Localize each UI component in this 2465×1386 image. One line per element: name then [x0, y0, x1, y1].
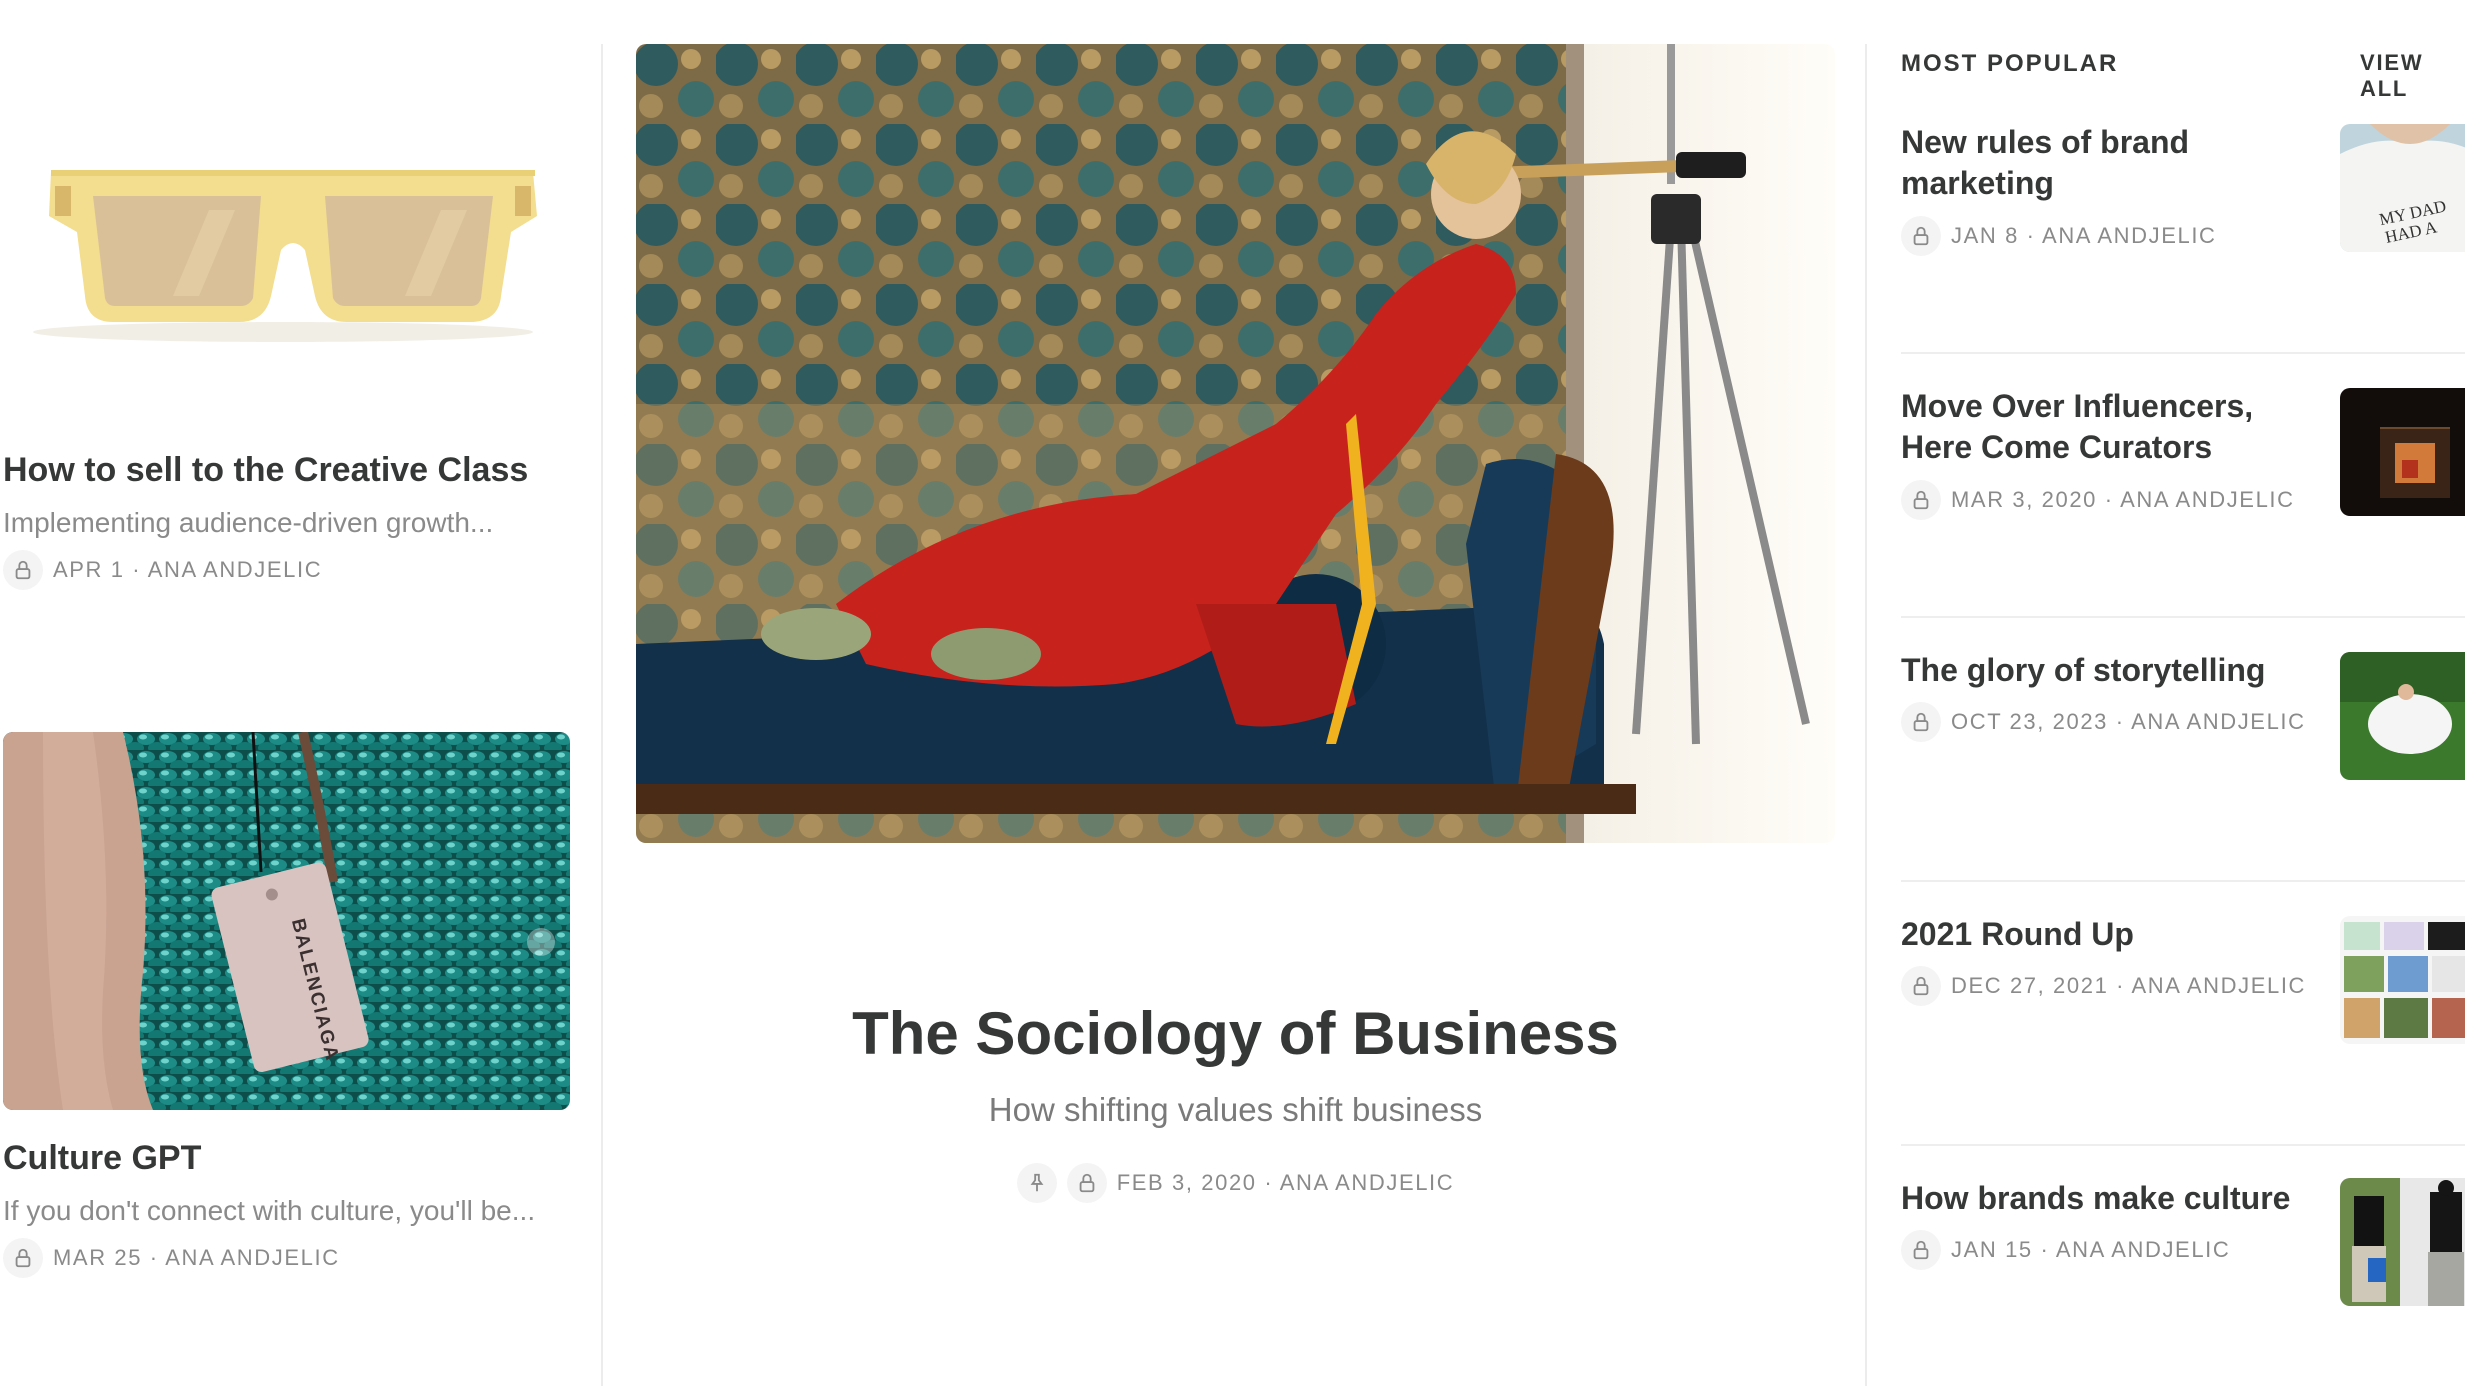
popular-item-thumbnail[interactable]: MY DAD HAD A — [2340, 124, 2465, 252]
featured-post-title[interactable]: The Sociology of Business — [636, 994, 1835, 1074]
post-card-creative-class[interactable]: How to sell to the Creative Class Implem… — [3, 0, 571, 600]
popular-item[interactable]: Move Over Influencers, Here Come Curator… — [1901, 386, 2465, 650]
bathtub-lawn-image — [2340, 652, 2465, 780]
popular-item[interactable]: How brands make culture JAN 15 · ANA AND… — [1901, 1178, 2465, 1386]
popular-item-date-author: JAN 15 · ANA ANDJELIC — [1951, 1237, 2231, 1262]
popular-item[interactable]: The glory of storytelling OCT 23, 2023 ·… — [1901, 650, 2465, 914]
popular-item-meta: DEC 27, 2021 · ANA ANDJELIC — [1901, 966, 2306, 1006]
lock-icon — [3, 550, 43, 590]
post-date-author: APR 1 · ANA ANDJELIC — [53, 557, 323, 582]
lock-icon — [1901, 216, 1941, 256]
popular-item-meta: OCT 23, 2023 · ANA ANDJELIC — [1901, 702, 2306, 742]
popular-item-title[interactable]: 2021 Round Up — [1901, 914, 2301, 955]
lock-icon — [1901, 702, 1941, 742]
tshirt-image: MY DAD HAD A — [2340, 124, 2465, 252]
publication-home: How to sell to the Creative Class Implem… — [0, 0, 2465, 1386]
popular-item-title[interactable]: How brands make culture — [1901, 1178, 2301, 1219]
popular-item-date-author: JAN 8 · ANA ANDJELIC — [1951, 223, 2217, 248]
popular-item-title[interactable]: Move Over Influencers, Here Come Curator… — [1901, 386, 2301, 468]
pin-icon — [1016, 1163, 1057, 1203]
popular-item[interactable]: New rules of brand marketing JAN 8 · ANA… — [1901, 122, 2465, 386]
post-subtitle: Implementing audience-driven growth... — [3, 507, 494, 538]
post-subtitle: If you don't connect with culture, you'l… — [3, 1195, 536, 1226]
popular-item-date-author: MAR 3, 2020 · ANA ANDJELIC — [1951, 487, 2295, 512]
popular-item-thumbnail[interactable] — [2340, 388, 2465, 516]
popular-item-thumbnail[interactable] — [2340, 1178, 2465, 1306]
popular-item-meta: MAR 3, 2020 · ANA ANDJELIC — [1901, 480, 2295, 520]
post-title[interactable]: Culture GPT — [3, 1136, 201, 1180]
fashion-duo-image — [2340, 1178, 2465, 1306]
post-thumbnail-balenciaga[interactable]: BALENCIAGA — [3, 732, 570, 1110]
post-card-culture-gpt[interactable]: BALENCIAGA Culture GPT If you don't conn… — [3, 700, 571, 1300]
red-jumpsuit-telescope-image — [636, 44, 1835, 843]
popular-item-separator — [1901, 352, 2465, 354]
post-date-author: MAR 25 · ANA ANDJELIC — [53, 1245, 340, 1270]
view-all-link[interactable]: VIEW ALL — [2360, 50, 2465, 102]
popular-item-meta: JAN 15 · ANA ANDJELIC — [1901, 1230, 2230, 1270]
sequin-dress-image: BALENCIAGA — [3, 732, 570, 1110]
popular-item-meta: JAN 8 · ANA ANDJELIC — [1901, 216, 2217, 256]
collage-image — [2340, 916, 2465, 1044]
post-thumbnail-sunglasses[interactable] — [3, 100, 563, 360]
most-popular-heading: MOST POPULAR — [1901, 50, 2119, 77]
lock-icon — [3, 1238, 43, 1278]
left-post-column: How to sell to the Creative Class Implem… — [0, 0, 600, 1386]
popular-item-thumbnail[interactable] — [2340, 916, 2465, 1044]
gallery-room-image — [2340, 388, 2465, 516]
lock-icon — [1901, 480, 1941, 520]
lock-icon — [1901, 966, 1941, 1006]
carousel-next-icon — [527, 928, 555, 956]
popular-item-separator — [1901, 1144, 2465, 1146]
popular-item-separator — [1901, 616, 2465, 618]
column-divider — [601, 44, 603, 1386]
featured-date-author: FEB 3, 2020 · ANA ANDJELIC — [1116, 1170, 1455, 1195]
post-meta: APR 1 · ANA ANDJELIC — [3, 550, 322, 590]
sunglasses-image — [3, 100, 563, 360]
post-title[interactable]: How to sell to the Creative Class — [3, 448, 528, 492]
lock-icon — [1901, 1230, 1941, 1270]
popular-item-date-author: OCT 23, 2023 · ANA ANDJELIC — [1951, 709, 2306, 734]
popular-item[interactable]: 2021 Round Up DEC 27, 2021 · ANA ANDJELI… — [1901, 914, 2465, 1178]
featured-post-subtitle: How shifting values shift business — [988, 1091, 1483, 1128]
popular-item-date-author: DEC 27, 2021 · ANA ANDJELIC — [1951, 973, 2307, 998]
featured-post-image[interactable] — [636, 44, 1835, 843]
popular-item-separator — [1901, 880, 2465, 882]
popular-item-title[interactable]: The glory of storytelling — [1901, 650, 2301, 691]
popular-item-thumbnail[interactable] — [2340, 652, 2465, 780]
popular-item-title[interactable]: New rules of brand marketing — [1901, 122, 2301, 204]
lock-icon — [1066, 1163, 1107, 1203]
column-divider — [1865, 44, 1867, 1386]
post-meta: MAR 25 · ANA ANDJELIC — [3, 1238, 340, 1278]
featured-post-meta: FEB 3, 2020 · ANA ANDJELIC — [636, 1163, 1835, 1203]
